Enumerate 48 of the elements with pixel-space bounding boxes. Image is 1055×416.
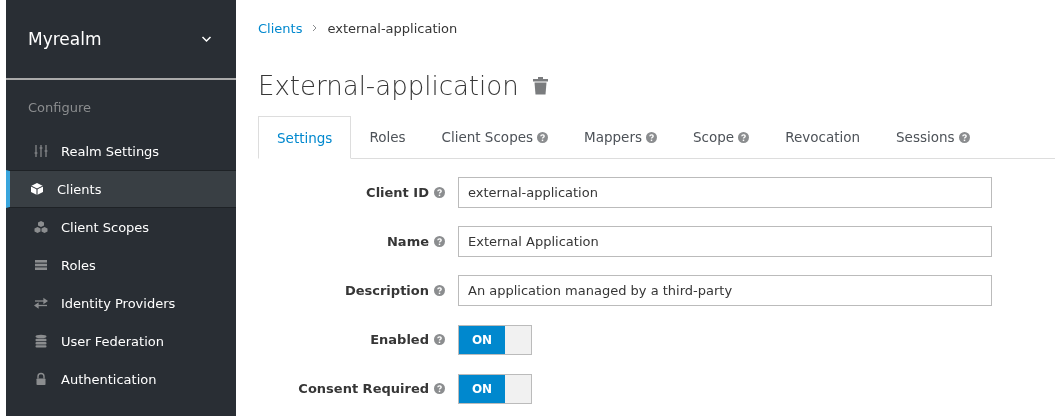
text-field[interactable]: External Application — [458, 226, 992, 257]
chevron-right-icon — [312, 24, 318, 32]
help-icon — [434, 334, 445, 345]
field-label: Enabled — [370, 332, 429, 347]
tab[interactable]: Sessions — [878, 116, 988, 158]
help-icon — [434, 236, 445, 247]
help-icon — [434, 383, 445, 394]
realm-selector[interactable]: Myrealm — [6, 0, 236, 80]
field-label: Name — [387, 234, 429, 249]
breadcrumb-current: external-application — [327, 20, 458, 36]
tab[interactable]: Settings — [258, 116, 352, 159]
nav-item[interactable]: Clients — [6, 170, 236, 208]
help-icon — [646, 131, 657, 143]
page-title: External-application — [258, 71, 519, 101]
database-icon — [34, 334, 48, 348]
sliders-icon — [34, 144, 48, 158]
tab[interactable]: Revocation — [767, 116, 879, 158]
help-icon — [738, 131, 750, 143]
help-icon — [434, 187, 445, 198]
nav-item[interactable]: Realm Settings — [6, 132, 236, 170]
server-icon — [34, 258, 48, 272]
help-icon — [537, 131, 549, 143]
tab[interactable]: Client Scopes — [423, 116, 567, 158]
lock-icon — [34, 372, 48, 386]
nav-item[interactable]: Roles — [6, 246, 236, 284]
field-label: Consent Required — [298, 381, 429, 396]
toggle-switch[interactable]: ON — [458, 324, 532, 355]
cube-icon — [30, 182, 44, 196]
text-field[interactable]: An application managed by a third-party — [458, 275, 992, 306]
tab[interactable]: Mappers — [566, 116, 675, 158]
nav-item[interactable]: Client Scopes — [6, 208, 236, 246]
tab[interactable]: Roles — [351, 116, 424, 158]
field-label: Description — [344, 283, 429, 298]
text-field[interactable]: external-application — [458, 177, 992, 208]
help-icon — [958, 131, 970, 143]
nav-item[interactable]: Authentication — [6, 360, 236, 398]
breadcrumb-link[interactable]: Clients — [258, 20, 303, 36]
trash-icon[interactable] — [532, 77, 548, 95]
nav-item[interactable]: Identity Providers — [6, 284, 236, 322]
toggle-switch[interactable]: ON — [458, 373, 532, 404]
help-icon — [434, 285, 445, 296]
section-heading: Configure — [27, 99, 92, 117]
tab[interactable]: Scope — [675, 116, 768, 158]
arrows-icon — [34, 296, 48, 310]
field-label: Client ID — [366, 185, 429, 200]
nav-item[interactable]: User Federation — [6, 322, 236, 360]
cubes-icon — [34, 220, 48, 234]
chevron-down-icon — [201, 35, 212, 43]
